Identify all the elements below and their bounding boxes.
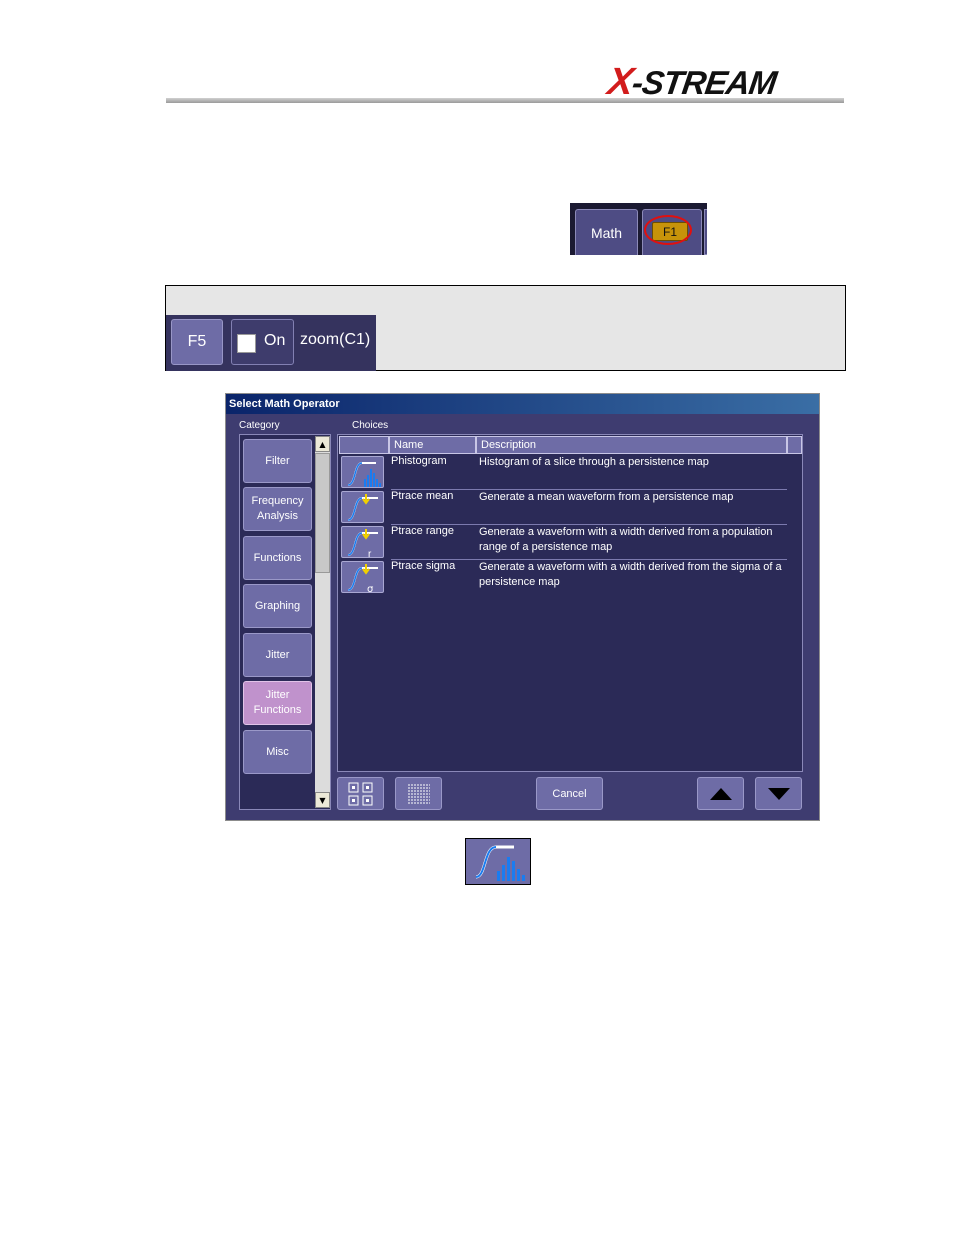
choice-name: Phistogram [391, 455, 447, 467]
svg-text:r: r [368, 549, 372, 559]
category-scrollbar[interactable]: ▲ ▼ [315, 436, 330, 808]
column-header-description[interactable]: Description [476, 436, 787, 454]
column-header-icon [339, 436, 389, 454]
column-header-end [787, 436, 802, 454]
choice-description: Generate a mean waveform from a persiste… [479, 491, 734, 503]
choice-row-ptrace-sigma[interactable]: σ Ptrace sigma Generate a waveform with … [339, 560, 786, 595]
list-view-button[interactable] [395, 777, 442, 810]
tab-f1[interactable]: F1 [642, 209, 702, 255]
list-view-icon [407, 784, 430, 803]
math-tab-strip: Math F1 [570, 203, 707, 255]
category-filter[interactable]: Filter [243, 439, 312, 483]
category-jitter[interactable]: Jitter [243, 633, 312, 677]
scroll-up-button[interactable] [697, 777, 744, 810]
category-jitter-functions[interactable]: Jitter Functions [243, 681, 312, 725]
choice-row-ptrace-mean[interactable]: Ptrace mean Generate a mean waveform fro… [339, 490, 787, 525]
header-rule [166, 98, 844, 103]
f5-button[interactable]: F5 [171, 319, 223, 365]
choices-label: Choices [352, 420, 389, 431]
category-functions[interactable]: Functions [243, 536, 312, 580]
trace-descriptor-bar: F5 On zoom(C1) [166, 315, 376, 371]
ptrace-range-icon[interactable]: r [341, 526, 384, 559]
category-misc[interactable]: Misc [243, 730, 312, 774]
phistogram-icon-large [465, 838, 531, 885]
triangle-down-icon [767, 787, 790, 800]
choice-row-phistogram[interactable]: Phistogram Histogram of a slice through … [339, 455, 787, 490]
choice-description: Generate a waveform with a width derived… [479, 561, 782, 588]
tab-next[interactable] [704, 209, 707, 255]
scroll-down-arrow-icon[interactable]: ▼ [315, 792, 330, 808]
category-panel: Filter Frequency Analysis Functions Grap… [239, 434, 331, 810]
triangle-up-icon [709, 787, 732, 800]
select-math-operator-dialog: Select Math Operator Category Choices Fi… [225, 393, 820, 821]
svg-text:σ: σ [367, 584, 374, 594]
grid-view-icon [348, 782, 372, 805]
x-stream-logo: X-STREAM [605, 61, 844, 103]
category-graphing[interactable]: Graphing [243, 584, 312, 628]
ptrace-sigma-icon[interactable]: σ [341, 561, 384, 594]
icon-view-button[interactable] [337, 777, 384, 810]
trace-descriptor-box: F5 On zoom(C1) [165, 285, 846, 371]
ptrace-mean-icon[interactable] [341, 491, 384, 523]
dialog-title: Select Math Operator [226, 394, 819, 414]
category-frequency-analysis[interactable]: Frequency Analysis [243, 487, 312, 531]
category-label: Category [239, 420, 280, 431]
highlight-ring [644, 215, 692, 245]
on-label: On [264, 332, 286, 349]
choice-name: Ptrace range [391, 525, 454, 537]
choice-description: Histogram of a slice through a persisten… [479, 456, 709, 468]
tab-math[interactable]: Math [575, 209, 638, 255]
on-toggle[interactable]: On [231, 319, 294, 365]
choice-row-ptrace-range[interactable]: r Ptrace range Generate a waveform with … [339, 525, 787, 560]
cancel-button[interactable]: Cancel [536, 777, 603, 810]
trace-source-label: zoom(C1) [300, 331, 371, 348]
logo-wordmark: X-STREAM [605, 61, 779, 103]
column-header-name[interactable]: Name [389, 436, 476, 454]
scroll-thumb[interactable] [315, 453, 330, 573]
tab-math-label: Math [590, 224, 623, 241]
choices-panel: Name Description Phistogram Histogram of… [337, 434, 803, 772]
scroll-up-arrow-icon[interactable]: ▲ [315, 436, 330, 452]
scroll-down-button[interactable] [755, 777, 802, 810]
phistogram-icon[interactable] [341, 456, 384, 488]
logo-rest: -STREAM [629, 64, 779, 101]
choice-name: Ptrace mean [391, 490, 454, 502]
choice-description: Generate a waveform with a width derived… [479, 526, 773, 553]
choice-name: Ptrace sigma [391, 560, 456, 572]
on-checkbox[interactable] [237, 334, 256, 353]
